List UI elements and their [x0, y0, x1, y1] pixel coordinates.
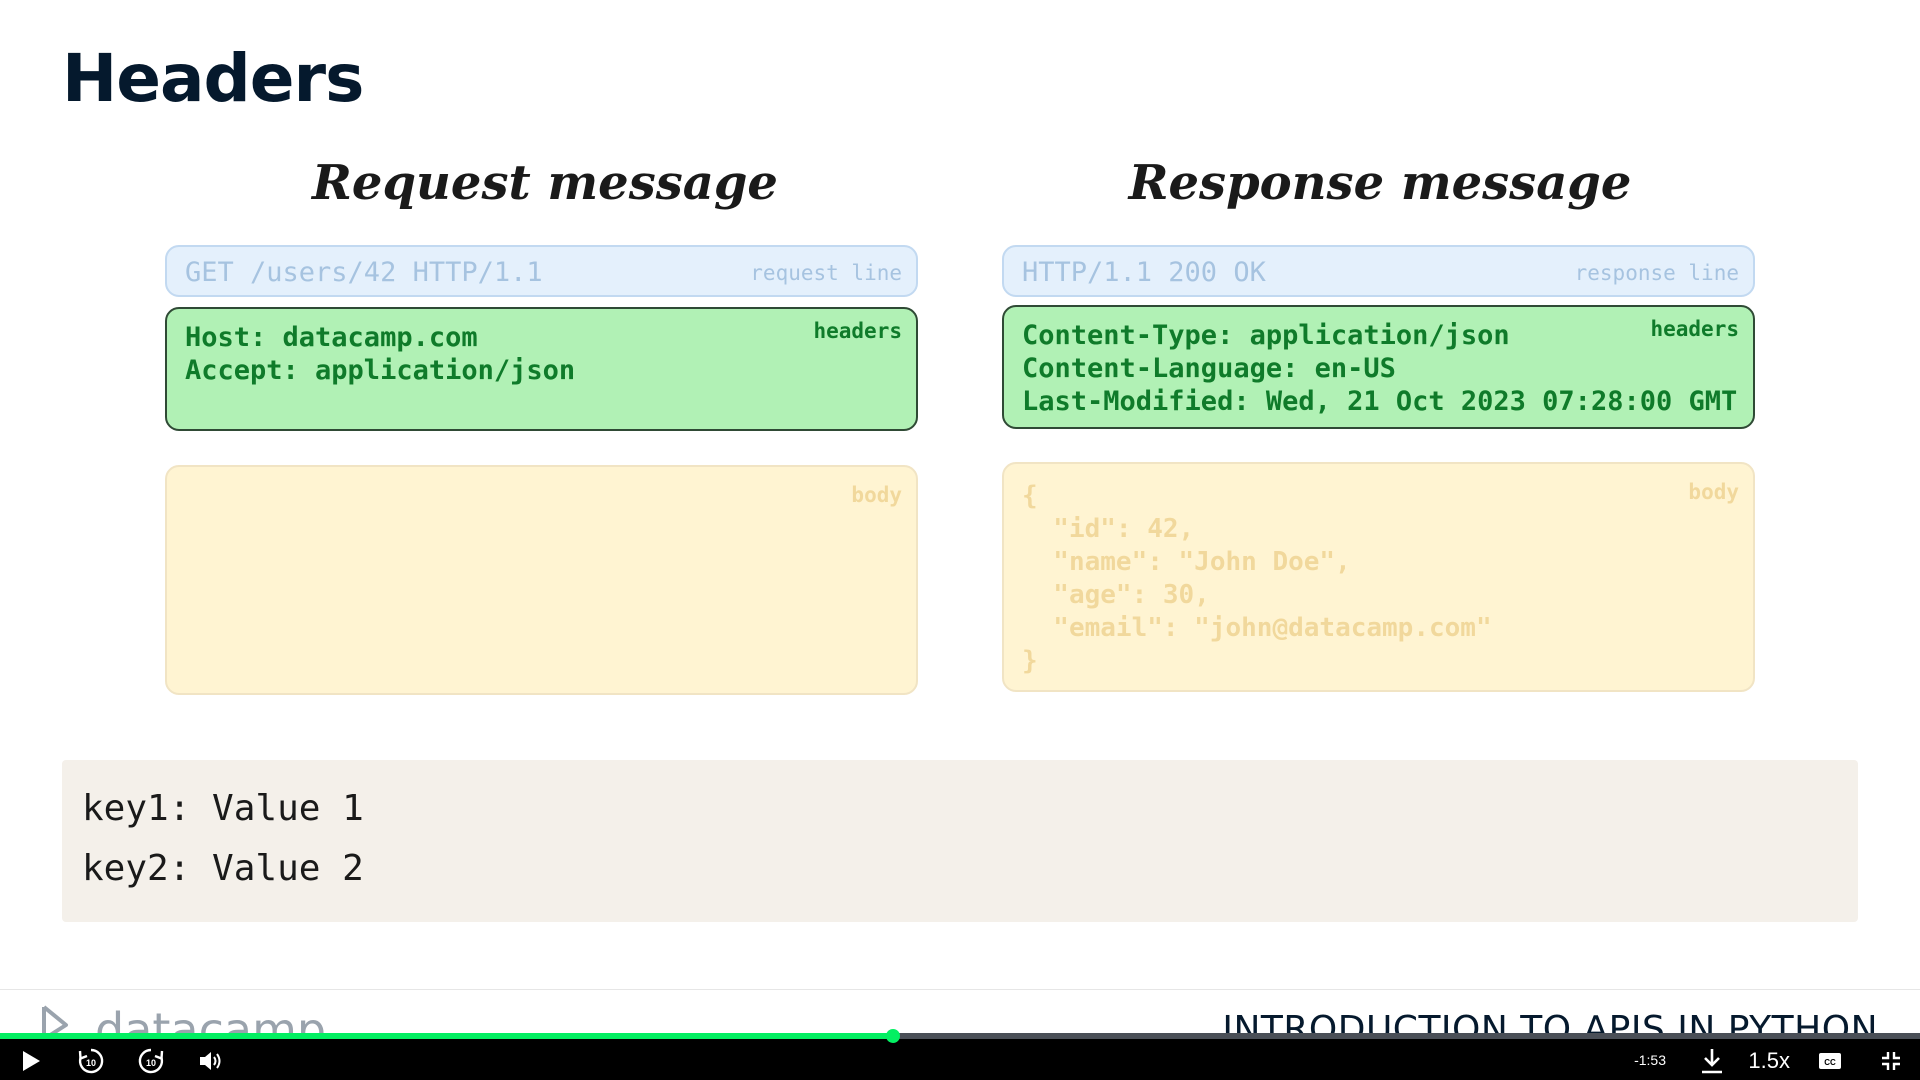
response-line-tag: response line: [1574, 261, 1739, 285]
download-button[interactable]: [1697, 1046, 1727, 1076]
response-headers-text: Content-Type: application/json Content-L…: [1022, 320, 1738, 417]
exit-fullscreen-button[interactable]: [1876, 1046, 1906, 1076]
datacamp-logo: datacamp: [40, 1005, 330, 1035]
slide-title: Headers: [62, 40, 364, 117]
request-line-text: GET /users/42 HTTP/1.1: [185, 257, 543, 288]
request-line-tag: request line: [750, 261, 902, 285]
video-player-bar: [0, 1035, 1920, 1080]
datacamp-wordmark: datacamp: [95, 1005, 327, 1035]
request-headers-text: Host: datacamp.com Accept: application/j…: [185, 322, 576, 386]
request-line-box: GET /users/42 HTTP/1.1 request line: [165, 245, 918, 297]
footer-divider: [0, 989, 1920, 990]
request-body-tag: body: [851, 483, 902, 507]
svg-text:CC: CC: [1824, 1058, 1836, 1067]
forward-10-button[interactable]: 10: [134, 1046, 168, 1076]
svg-text:10: 10: [146, 1058, 156, 1068]
time-remaining: -1:53: [1634, 1052, 1666, 1068]
playback-speed-button[interactable]: 1.5x: [1748, 1046, 1790, 1076]
progress-bar[interactable]: [0, 1029, 1920, 1043]
request-body-box: body: [165, 465, 918, 695]
volume-icon: [200, 1052, 221, 1070]
response-line-box: HTTP/1.1 200 OK response line: [1002, 245, 1755, 297]
svg-text:10: 10: [86, 1058, 96, 1068]
request-headers-tag: headers: [813, 319, 902, 343]
key-value-line: key2: Value 2: [82, 848, 364, 889]
response-headers-tag: headers: [1650, 317, 1739, 341]
play-button[interactable]: [16, 1046, 46, 1076]
captions-icon: CC: [1819, 1053, 1841, 1069]
response-body-tag: body: [1688, 480, 1739, 504]
request-headers-box: Host: datacamp.com Accept: application/j…: [165, 307, 918, 431]
response-message-title: Response message: [1128, 155, 1632, 211]
response-body-box: { "id": 42, "name": "John Doe", "age": 3…: [1002, 462, 1755, 692]
captions-button[interactable]: CC: [1815, 1046, 1845, 1076]
response-line-text: HTTP/1.1 200 OK: [1022, 257, 1266, 288]
progress-fill: [0, 1033, 893, 1039]
response-body-text: { "id": 42, "name": "John Doe", "age": 3…: [1022, 481, 1492, 676]
download-icon: [1702, 1049, 1722, 1074]
rewind-10-button[interactable]: 10: [74, 1046, 108, 1076]
forward-10-icon: 10: [138, 1048, 164, 1074]
progress-handle[interactable]: [885, 1029, 900, 1043]
key-value-example-panel: key1: Value 1 key2: Value 2: [62, 760, 1858, 922]
rewind-10-icon: 10: [78, 1048, 104, 1074]
course-title: INTRODUCTION TO APIS IN PYTHON: [1222, 1010, 1878, 1035]
request-message-title: Request message: [312, 155, 778, 211]
response-headers-box: Content-Type: application/json Content-L…: [1002, 305, 1755, 429]
exit-fullscreen-icon: [1882, 1052, 1900, 1070]
play-icon: [23, 1051, 40, 1071]
volume-button[interactable]: [196, 1046, 226, 1076]
key-value-line: key1: Value 1: [82, 788, 364, 829]
datacamp-logo-icon: [42, 1005, 68, 1035]
